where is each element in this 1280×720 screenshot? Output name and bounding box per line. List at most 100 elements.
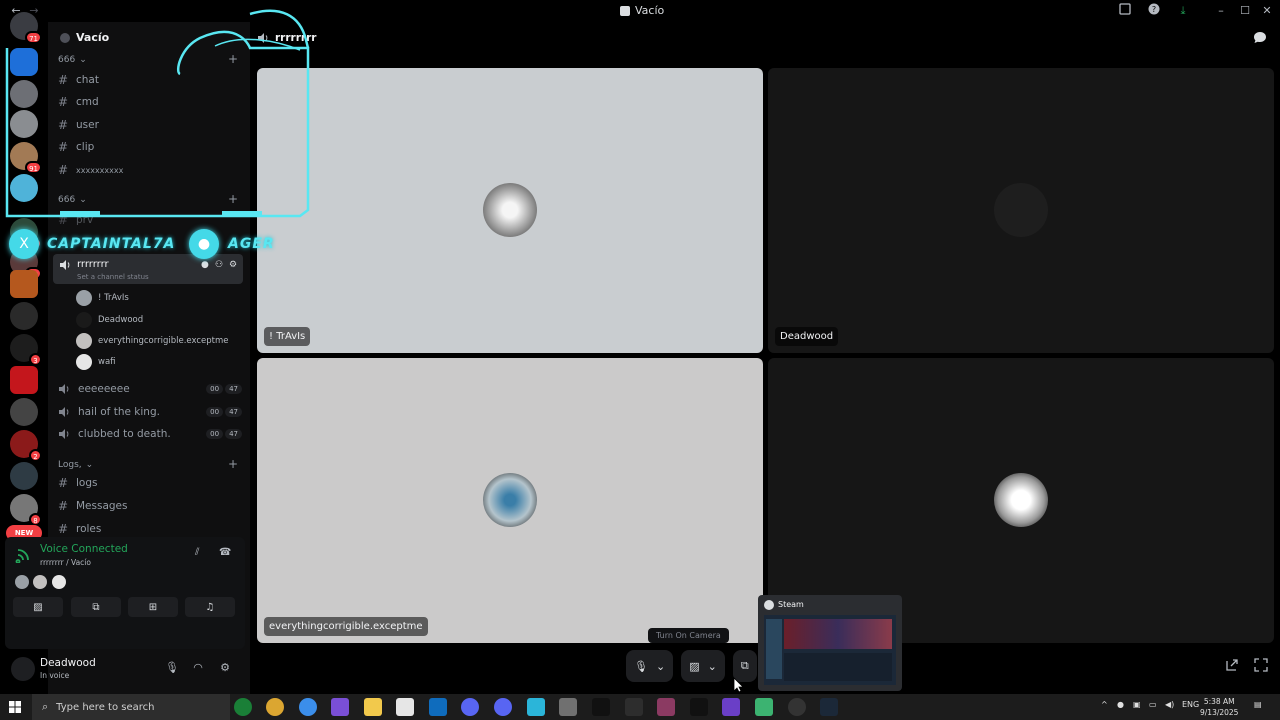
chrome-icon[interactable] xyxy=(299,698,317,716)
chrome-icon[interactable] xyxy=(234,698,252,716)
tray-icon[interactable]: ▣ xyxy=(1133,700,1141,709)
camera-toggle-button[interactable]: ▨ xyxy=(13,597,63,617)
server-icon-dm[interactable]: 71 xyxy=(10,12,42,44)
add-channel-icon[interactable]: + xyxy=(228,192,238,206)
notification-icon[interactable]: ▤ xyxy=(1254,700,1262,709)
category-header[interactable]: 666 ⌄ xyxy=(58,195,87,205)
server-icon-10[interactable]: 3 xyxy=(10,334,42,366)
signal-icon[interactable] xyxy=(15,545,33,563)
avatar[interactable] xyxy=(11,657,35,681)
outlook-icon[interactable] xyxy=(429,698,447,716)
popout-icon[interactable] xyxy=(1225,658,1239,672)
voice-member[interactable]: everythingcorrigible.exceptme xyxy=(76,332,229,350)
chevron-up-icon[interactable]: ^ xyxy=(1101,700,1108,709)
app-icon[interactable] xyxy=(722,698,740,716)
app-icon[interactable] xyxy=(527,698,545,716)
add-channel-icon[interactable]: + xyxy=(228,457,238,471)
microphone-button[interactable]: 🎙︎ ⌄ xyxy=(626,650,674,682)
server-icon-8[interactable] xyxy=(10,270,38,298)
app-icon[interactable] xyxy=(690,698,708,716)
category-header[interactable]: 666 ⌄ xyxy=(58,55,87,65)
add-member-icon[interactable]: ⚇ xyxy=(215,260,225,270)
volume-icon[interactable]: ◀) xyxy=(1165,700,1174,709)
voice-location[interactable]: rrrrrrrr / Vacío xyxy=(40,558,91,567)
screen-share-button[interactable]: ⧉ xyxy=(71,597,121,617)
search-input[interactable] xyxy=(56,701,177,713)
store-icon[interactable] xyxy=(396,698,414,716)
server-icon-13[interactable]: 2 xyxy=(10,430,42,462)
channel-item[interactable]: # roles xyxy=(58,519,242,539)
microphone-icon[interactable]: ● xyxy=(1117,700,1124,709)
disconnect-icon[interactable]: ☎ xyxy=(219,547,233,561)
soundboard-button[interactable]: ♫ xyxy=(185,597,235,617)
voice-channel-item[interactable]: clubbed to death. 00 47 xyxy=(58,424,242,444)
voice-member[interactable]: wafi xyxy=(76,353,116,371)
add-channel-icon[interactable]: + xyxy=(228,52,238,66)
noise-suppression-icon[interactable]: ⫽ xyxy=(195,547,209,561)
chat-bubble-icon[interactable]: ● xyxy=(201,260,211,270)
voice-channel-item[interactable]: eeeeeeee 00 47 xyxy=(58,379,242,399)
participant-tile[interactable]: ! TrAvIs xyxy=(257,68,763,353)
close-icon[interactable]: ✕ xyxy=(1259,3,1275,19)
server-icon-14[interactable] xyxy=(10,462,38,490)
fullscreen-icon[interactable] xyxy=(1254,658,1268,672)
voice-member[interactable]: Deadwood xyxy=(76,311,143,329)
app-icon[interactable] xyxy=(625,698,643,716)
taskbar-thumbnail-preview[interactable]: Steam xyxy=(758,595,902,691)
server-icon-15[interactable]: 8 xyxy=(10,494,42,526)
camera-button[interactable]: ▨ ⌄ xyxy=(681,650,725,682)
category-header[interactable]: Logs, ⌄ xyxy=(58,460,93,470)
chevron-down-icon[interactable]: ⌄ xyxy=(656,660,665,673)
winrar-icon[interactable] xyxy=(657,698,675,716)
maximize-icon[interactable]: ☐ xyxy=(1237,3,1253,19)
discord-icon[interactable] xyxy=(494,698,512,716)
server-icon-2[interactable] xyxy=(10,80,38,108)
headphones-icon[interactable]: ◠ xyxy=(191,661,205,675)
channel-item[interactable]: # clip xyxy=(58,137,242,157)
chat-bubble-icon[interactable] xyxy=(1252,30,1268,46)
microphone-icon[interactable]: 🎙︎ xyxy=(165,661,179,675)
active-voice-channel[interactable]: rrrrrrrr Set a channel status ● ⚇ ⚙ xyxy=(53,254,243,284)
capcut-icon[interactable] xyxy=(592,698,610,716)
username[interactable]: Deadwood xyxy=(40,657,96,669)
minimize-icon[interactable]: – xyxy=(1213,3,1229,19)
participant-tile[interactable]: Deadwood xyxy=(768,68,1274,353)
gear-icon[interactable]: ⚙ xyxy=(229,260,239,270)
obs-icon[interactable] xyxy=(788,698,806,716)
server-icon-1[interactable] xyxy=(10,48,38,76)
channel-item[interactable]: # logs xyxy=(58,473,242,493)
channel-item[interactable]: # cmd xyxy=(58,92,242,112)
server-icon-12[interactable] xyxy=(10,398,38,426)
voice-member[interactable]: ! TrAvIs xyxy=(76,289,129,307)
channel-item[interactable]: # user xyxy=(58,115,242,135)
network-icon[interactable]: ▭ xyxy=(1149,700,1157,709)
channel-item[interactable]: # Messages xyxy=(58,496,242,516)
chevron-down-icon[interactable]: ⌄ xyxy=(708,660,717,673)
server-icon-4[interactable]: 91 xyxy=(10,142,42,174)
participant-tile[interactable]: everythingcorrigible.exceptme xyxy=(257,358,763,643)
windows-start-icon[interactable] xyxy=(9,701,21,713)
activities-button[interactable]: ⊞ xyxy=(128,597,178,617)
channel-item[interactable]: # prv xyxy=(58,210,242,230)
server-icon-5[interactable] xyxy=(10,174,38,202)
taskbar-search[interactable]: ⌕ xyxy=(32,694,230,720)
server-header[interactable]: Vacío xyxy=(60,31,109,44)
server-icon-3[interactable] xyxy=(10,110,38,138)
voice-status[interactable]: Voice Connected xyxy=(40,543,128,555)
channel-item[interactable]: # xxxxxxxxxx xyxy=(58,160,242,180)
inbox-icon[interactable] xyxy=(1117,3,1133,19)
gear-icon[interactable]: ⚙ xyxy=(218,661,232,675)
discord-icon[interactable] xyxy=(461,698,479,716)
server-icon-9[interactable] xyxy=(10,302,38,330)
help-icon[interactable]: ? xyxy=(1146,3,1162,19)
channel-status-placeholder[interactable]: Set a channel status xyxy=(77,273,149,281)
server-icon-11[interactable] xyxy=(10,366,38,394)
taskbar-clock[interactable]: 5:38 AM 9/13/2025 xyxy=(1200,696,1238,718)
language-indicator[interactable]: ENG xyxy=(1182,700,1199,709)
copilot-icon[interactable] xyxy=(331,698,349,716)
chrome-icon[interactable] xyxy=(266,698,284,716)
file-explorer-icon[interactable] xyxy=(364,698,382,716)
steam-icon[interactable] xyxy=(820,698,838,716)
voice-channel-item[interactable]: hail of the king. 00 47 xyxy=(58,402,242,422)
app-icon[interactable] xyxy=(755,698,773,716)
